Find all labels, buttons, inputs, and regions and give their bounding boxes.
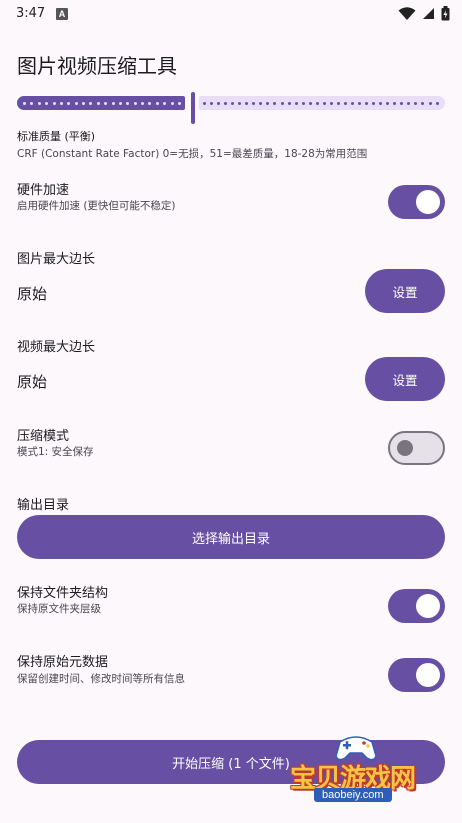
- slider-tick: [421, 101, 425, 105]
- keep-metadata-switch[interactable]: [388, 658, 445, 692]
- output-dir-title: 输出目录: [17, 498, 70, 513]
- hardware-accel-title: 硬件加速: [17, 183, 70, 198]
- slider-tick: [210, 101, 214, 105]
- slider-tick: [23, 101, 26, 105]
- slider-tick: [163, 101, 167, 105]
- slider-tick: [217, 101, 221, 105]
- slider-tick: [393, 101, 397, 105]
- video-max-edge-title: 视频最大边长: [17, 340, 96, 355]
- slider-tick: [414, 101, 418, 105]
- slider-tick: [365, 101, 369, 105]
- slider-tick: [59, 101, 63, 105]
- slider-tick: [37, 101, 41, 105]
- status-time: 3:47: [16, 6, 46, 21]
- slider-tick: [89, 101, 93, 105]
- slider-tick: [252, 101, 256, 105]
- slider-tick: [104, 101, 108, 105]
- status-icons: [398, 6, 450, 21]
- slider-tick: [224, 101, 228, 105]
- slider-tick: [141, 101, 144, 105]
- page-title: 图片视频压缩工具: [17, 54, 177, 78]
- notification-a-icon: A: [56, 8, 68, 20]
- slider-tick: [231, 101, 235, 105]
- compress-mode-subtitle: 模式1: 安全保存: [17, 446, 94, 458]
- compress-mode-title: 压缩模式: [17, 429, 70, 444]
- compress-mode-switch[interactable]: [388, 431, 445, 465]
- keep-folder-subtitle: 保持原文件夹层级: [17, 603, 101, 615]
- slider-tick: [407, 101, 411, 105]
- slider-tick: [379, 101, 383, 105]
- slider-thumb[interactable]: [191, 92, 195, 124]
- switch-knob: [416, 594, 440, 618]
- image-max-edge-value: 原始: [17, 285, 48, 303]
- slider-tick: [96, 101, 100, 105]
- slider-tick: [358, 101, 362, 105]
- slider-tick: [280, 101, 284, 105]
- slider-tick: [118, 101, 122, 105]
- quality-description: CRF (Constant Rate Factor) 0=无损，51=最差质量，…: [17, 148, 368, 160]
- slider-tick: [155, 101, 159, 105]
- slider-tick: [294, 101, 298, 105]
- slider-tick: [336, 101, 340, 105]
- watermark: 宝贝游戏网 baobeiy.com: [286, 728, 436, 808]
- slider-tick: [126, 101, 130, 105]
- slider-tick: [329, 101, 333, 105]
- battery-icon: [441, 6, 450, 21]
- watermark-url: baobeiy.com: [314, 788, 392, 802]
- slider-tick: [67, 101, 71, 105]
- slider-tick: [177, 101, 181, 105]
- select-output-dir-button[interactable]: 选择输出目录: [17, 515, 445, 559]
- slider-tick: [322, 101, 326, 105]
- wifi-icon: [398, 6, 416, 20]
- video-max-edge-value: 原始: [17, 373, 48, 391]
- slider-tick: [372, 101, 376, 105]
- switch-knob: [416, 190, 440, 214]
- slider-tick: [82, 101, 85, 105]
- keep-folder-title: 保持文件夹结构: [17, 586, 109, 601]
- slider-tick: [287, 101, 291, 105]
- switch-knob: [397, 440, 413, 456]
- slider-tick: [259, 101, 263, 105]
- keep-metadata-subtitle: 保留创建时间、修改时间等所有信息: [17, 673, 185, 685]
- image-max-edge-title: 图片最大边长: [17, 252, 96, 267]
- slider-tick: [30, 101, 34, 105]
- slider-tick: [386, 101, 390, 105]
- slider-tick: [45, 101, 49, 105]
- slider-tick: [343, 101, 347, 105]
- quality-label: 标准质量 (平衡): [17, 130, 96, 143]
- slider-tick: [266, 101, 270, 105]
- slider-ticks-active: [23, 100, 181, 106]
- slider-ticks-inactive: [203, 100, 439, 106]
- slider-tick: [301, 101, 305, 105]
- slider-tick: [273, 101, 277, 105]
- slider-tick: [74, 101, 78, 105]
- image-max-edge-set-button[interactable]: 设置: [365, 269, 445, 313]
- slider-tick: [111, 101, 115, 105]
- quality-slider[interactable]: [17, 92, 445, 124]
- slider-tick: [52, 101, 56, 105]
- keep-folder-switch[interactable]: [388, 589, 445, 623]
- slider-tick: [133, 101, 137, 105]
- slider-tick: [245, 101, 249, 105]
- status-bar: 3:47 A: [0, 0, 462, 28]
- slider-tick: [170, 101, 174, 105]
- switch-knob: [416, 663, 440, 687]
- hardware-accel-subtitle: 启用硬件加速 (更快但可能不稳定): [17, 200, 176, 212]
- keep-metadata-title: 保持原始元数据: [17, 655, 109, 670]
- slider-tick: [428, 101, 432, 105]
- slider-tick: [350, 101, 354, 105]
- slider-tick: [315, 101, 319, 105]
- slider-tick: [400, 101, 404, 105]
- hardware-accel-switch[interactable]: [388, 185, 445, 219]
- slider-tick: [308, 101, 312, 105]
- cell-signal-icon: [423, 8, 434, 19]
- slider-tick: [148, 101, 152, 105]
- video-max-edge-set-button[interactable]: 设置: [365, 357, 445, 401]
- slider-tick: [435, 101, 439, 105]
- slider-tick: [203, 101, 206, 105]
- slider-tick: [238, 101, 242, 105]
